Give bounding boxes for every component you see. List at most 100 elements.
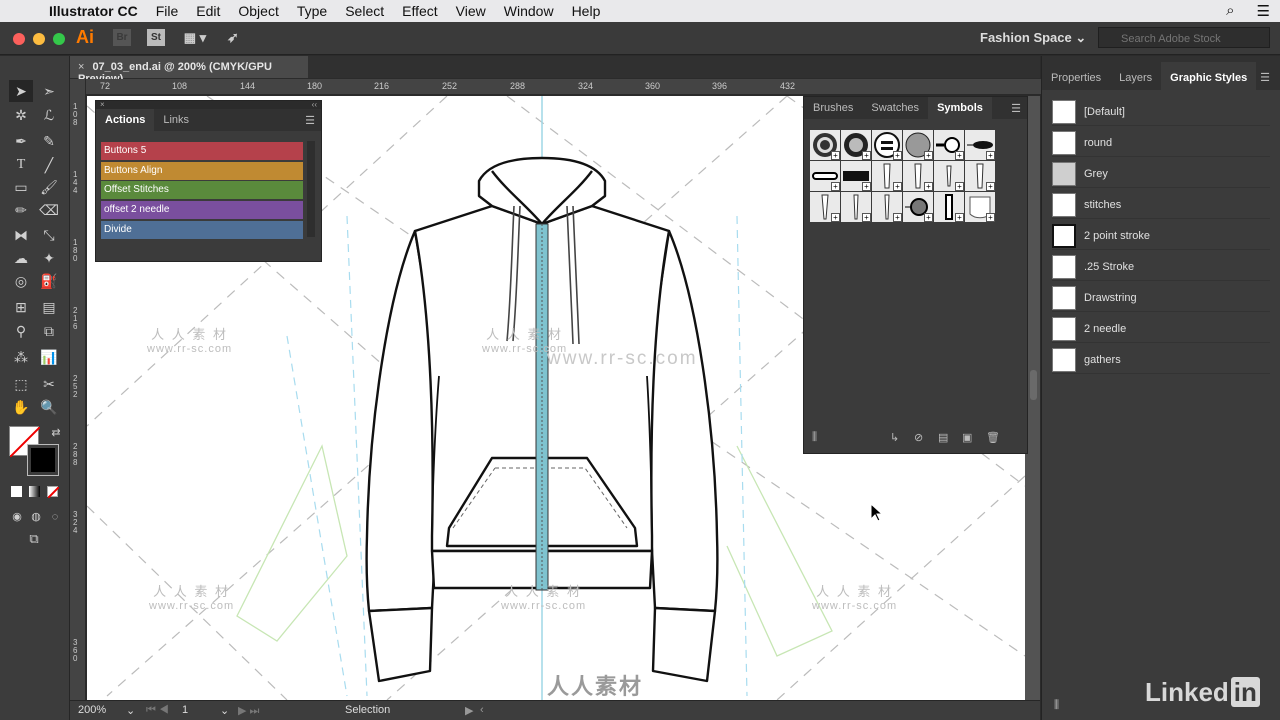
swap-fill-stroke-icon[interactable]: ⇄ <box>44 422 68 444</box>
symbol-zip-slider[interactable] <box>872 161 902 191</box>
spotlight-search-icon[interactable]: ⌕ <box>1226 2 1234 20</box>
tab-brushes[interactable]: Brushes <box>804 97 862 119</box>
symbol-zip-slider-2[interactable] <box>903 161 933 191</box>
graphic-style-item[interactable]: 2 needle <box>1052 315 1270 343</box>
magic-wand-tool-icon[interactable]: ✲ <box>9 104 33 126</box>
zoom-window-button[interactable] <box>53 33 65 45</box>
symbol-zip-slider-4[interactable] <box>965 161 995 191</box>
zoom-level[interactable]: 200% <box>78 704 106 716</box>
symbol-pocket[interactable] <box>965 192 995 222</box>
curvature-tool-icon[interactable]: ✎ <box>37 130 61 152</box>
tab-graphic-styles[interactable]: Graphic Styles <box>1161 62 1257 90</box>
actions-scrollbar[interactable] <box>307 141 315 237</box>
tab-actions[interactable]: Actions <box>96 109 155 131</box>
panel-grip[interactable]: × ‹‹ <box>96 101 321 109</box>
list-menu-icon[interactable]: ☰ <box>1257 2 1270 20</box>
last-artboard-icon[interactable]: ▶ ⏭ <box>238 704 259 718</box>
symbol-libraries-icon[interactable]: ⫼ <box>812 431 817 444</box>
zoom-dropdown-icon[interactable]: ⌄ <box>126 704 135 717</box>
graphic-style-item[interactable]: [Default] <box>1052 98 1270 126</box>
menu-view[interactable]: View <box>447 3 495 19</box>
graphic-style-item[interactable]: Grey <box>1052 160 1270 188</box>
status-menu-icon[interactable]: ▶ <box>465 704 473 717</box>
symbol-zip-slider-3[interactable] <box>934 161 964 191</box>
direct-selection-tool-icon[interactable]: ➣ <box>37 80 61 102</box>
horizontal-ruler[interactable]: 72 108 144 180 216 252 288 324 360 396 4… <box>86 79 1041 95</box>
menu-object[interactable]: Object <box>229 3 287 19</box>
menu-help[interactable]: Help <box>563 3 610 19</box>
tab-links[interactable]: Links <box>154 109 198 131</box>
reflect-tool-icon[interactable]: ⧓ <box>9 224 33 246</box>
arrange-documents-icon[interactable]: ▦ ▾ <box>178 29 212 46</box>
graphic-style-item[interactable]: round <box>1052 129 1270 157</box>
panel-menu-icon[interactable]: ☰ <box>305 114 315 127</box>
blend-tool-icon[interactable]: ⧉ <box>37 320 61 342</box>
menu-window[interactable]: Window <box>495 3 563 19</box>
adobe-stock-search-input[interactable] <box>1098 27 1270 48</box>
action-button[interactable]: Offset Stitches <box>101 181 303 199</box>
gradient-mode-icon[interactable] <box>29 486 40 497</box>
gpu-performance-icon[interactable]: ➶ <box>224 29 242 46</box>
eyedropper-tool-icon[interactable]: ⚲ <box>9 320 33 342</box>
symbol-toggle[interactable] <box>965 130 995 160</box>
action-button[interactable]: Buttons 5 <box>101 142 303 160</box>
artboard-tool-icon[interactable]: ⬚ <box>9 373 33 395</box>
symbol-snap-button[interactable] <box>934 130 964 160</box>
color-mode-icon[interactable] <box>11 486 22 497</box>
artboard-dropdown-icon[interactable]: ⌄ <box>220 704 229 717</box>
rectangle-tool-icon[interactable]: ▭ <box>9 176 33 198</box>
none-mode-icon[interactable] <box>47 486 60 499</box>
graphic-style-item[interactable]: gathers <box>1052 346 1270 374</box>
paintbrush-tool-icon[interactable]: 🖌 <box>37 176 61 198</box>
tab-symbols[interactable]: Symbols <box>928 97 992 119</box>
symbol-options-icon[interactable]: ▤ <box>938 431 948 444</box>
workspace-switcher[interactable]: Fashion Space ⌄ <box>980 30 1086 46</box>
slice-tool-icon[interactable]: ✂ <box>37 373 61 395</box>
action-button[interactable]: offset 2 needle <box>101 201 303 219</box>
pen-tool-icon[interactable]: ✒ <box>9 130 33 152</box>
graphic-style-item[interactable]: .25 Stroke <box>1052 253 1270 281</box>
delete-symbol-icon[interactable]: 🗑 <box>986 431 1000 444</box>
symbol-zipper-tape[interactable] <box>841 161 871 191</box>
menu-effect[interactable]: Effect <box>393 3 447 19</box>
menu-file[interactable]: File <box>147 3 188 19</box>
stock-icon[interactable]: St <box>147 29 165 46</box>
panel-menu-icon[interactable]: ☰ <box>1260 71 1270 84</box>
document-tab[interactable]: ×07_03_end.ai @ 200% (CMYK/GPU Preview) <box>70 56 308 85</box>
symbol-button-ring[interactable] <box>841 130 871 160</box>
draw-inside-icon[interactable]: ◌ <box>43 506 67 528</box>
first-artboard-icon[interactable]: ⏮ ◀ <box>146 704 169 717</box>
shape-builder-tool-icon[interactable]: ◎ <box>9 270 33 292</box>
pencil-tool-icon[interactable]: ✏ <box>9 199 33 221</box>
symbol-button-grey[interactable] <box>903 130 933 160</box>
hscroll-left-icon[interactable]: ‹ <box>480 704 484 716</box>
lasso-tool-icon[interactable]: ℒ <box>37 104 61 126</box>
gradient-tool-icon[interactable]: ▤ <box>37 296 61 318</box>
minimize-window-button[interactable] <box>33 33 45 45</box>
place-symbol-icon[interactable]: ↳ <box>890 431 899 444</box>
tab-properties[interactable]: Properties <box>1042 72 1110 90</box>
type-tool-icon[interactable]: T <box>9 154 33 176</box>
column-graph-tool-icon[interactable]: 📊 <box>37 346 61 368</box>
graphic-style-libraries-icon[interactable]: ⫼ <box>1054 699 1059 712</box>
new-symbol-icon[interactable]: ▣ <box>962 431 972 444</box>
symbol-button-round[interactable] <box>810 130 840 160</box>
symbol-sprayer-tool-icon[interactable]: ⁂ <box>9 346 33 368</box>
action-button[interactable]: Buttons Align <box>101 162 303 180</box>
eraser-tool-icon[interactable]: ⌫ <box>37 199 61 221</box>
symbol-tie-3[interactable] <box>872 192 902 222</box>
selection-tool-icon[interactable]: ➤ <box>9 80 33 102</box>
live-paint-tool-icon[interactable]: ⛽ <box>37 270 61 292</box>
stroke-swatch[interactable] <box>27 444 59 476</box>
menu-edit[interactable]: Edit <box>187 3 229 19</box>
puppet-warp-tool-icon[interactable]: ✦ <box>37 247 61 269</box>
break-link-icon[interactable]: ⊘ <box>914 431 923 444</box>
symbol-grommet[interactable] <box>903 192 933 222</box>
tab-swatches[interactable]: Swatches <box>862 97 928 119</box>
vertical-scrollbar[interactable] <box>1030 370 1037 400</box>
symbol-tie[interactable] <box>810 192 840 222</box>
menu-app-name[interactable]: Illustrator CC <box>40 3 147 19</box>
scale-tool-icon[interactable]: ⤡ <box>37 224 61 246</box>
bridge-icon[interactable]: Br <box>113 29 131 46</box>
zoom-tool-icon[interactable]: 🔍 <box>37 396 61 418</box>
